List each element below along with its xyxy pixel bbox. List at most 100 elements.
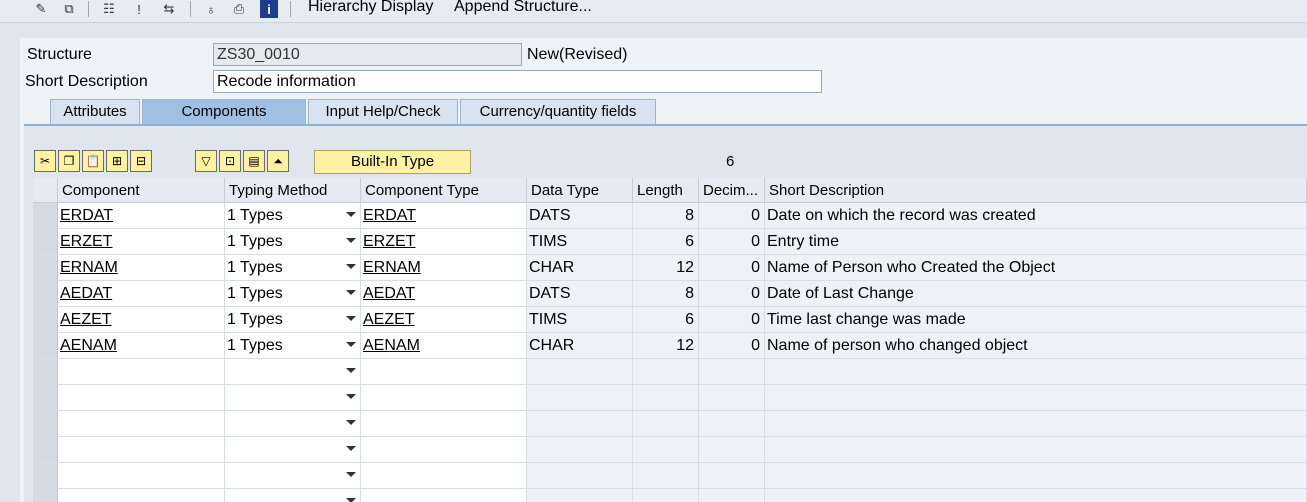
row-selector[interactable] [33,489,58,502]
decimals-cell-text: 0 [751,337,760,354]
row-selector[interactable] [33,229,58,255]
component-type-cell[interactable]: AEZET [361,307,527,333]
component-cell[interactable] [58,385,225,411]
hierarchy-icon[interactable]: ☷ [100,0,118,18]
table-row: ERNAM 1 Types ERNAM CHAR 12 0 Name of Person w… [33,255,1307,281]
insert-row-icon[interactable]: ⊞ [106,150,128,172]
component-type-cell[interactable] [361,489,527,502]
row-selector[interactable] [33,437,58,463]
row-selector[interactable] [33,463,58,489]
column-header-component[interactable]: Component [58,178,225,203]
component-type-cell[interactable]: ERNAM [361,255,527,281]
tab-currency-quantity-fields[interactable]: Currency/quantity fields [460,99,656,124]
paste-icon[interactable]: 📋 [82,150,104,172]
row-selector-header[interactable] [33,178,58,203]
chevron-down-icon[interactable] [346,264,356,269]
chevron-down-icon[interactable] [346,446,356,451]
typing-method-cell[interactable]: 1 Types [225,281,361,307]
typing-method-cell[interactable] [225,411,361,437]
where-used-icon[interactable]: ! [130,0,148,18]
component-cell[interactable] [58,359,225,385]
component-type-cell[interactable] [361,385,527,411]
row-selector[interactable] [33,333,58,359]
component-cell[interactable]: AENAM [58,333,225,359]
chevron-down-icon[interactable] [346,290,356,295]
filter-icon[interactable]: ▽ [195,150,217,172]
short-description-field[interactable]: Recode information [213,70,822,93]
details-icon[interactable]: ▤ [243,150,265,172]
print-icon[interactable]: ⎙ [230,0,248,18]
row-selector[interactable] [33,255,58,281]
info-icon[interactable]: i [260,0,278,18]
component-type-cell[interactable] [361,437,527,463]
chevron-down-icon[interactable] [346,394,356,399]
typing-method-cell[interactable] [225,359,361,385]
component-cell[interactable]: AEDAT [58,281,225,307]
column-header-component-type[interactable]: Component Type [361,178,527,203]
component-cell[interactable] [58,463,225,489]
tab-input-help-check[interactable]: Input Help/Check [308,99,458,124]
tree-icon[interactable]: ♁ [202,0,220,18]
hierarchy-display-button[interactable]: Hierarchy Display [308,0,433,16]
typing-method-cell[interactable] [225,437,361,463]
cut-icon[interactable]: ✂ [34,150,56,172]
component-type-cell[interactable]: AEDAT [361,281,527,307]
display-change-icon[interactable]: ⧉ [60,0,78,18]
append-structure-button[interactable]: Append Structure... [454,0,592,16]
decimals-cell-text: 0 [751,259,760,276]
row-selector[interactable] [33,411,58,437]
chevron-down-icon[interactable] [346,238,356,243]
navigate-icon[interactable]: ⇆ [160,0,178,18]
typing-method-cell[interactable]: 1 Types [225,203,361,229]
select-all-icon[interactable]: ⊡ [219,150,241,172]
component-cell[interactable]: ERZET [58,229,225,255]
component-type-cell[interactable]: ERZET [361,229,527,255]
copy-icon[interactable]: ❐ [58,150,80,172]
component-cell[interactable]: ERNAM [58,255,225,281]
component-cell[interactable] [58,437,225,463]
column-header-decimals[interactable]: Decim... [699,178,765,203]
row-selector[interactable] [33,385,58,411]
component-type-cell[interactable] [361,463,527,489]
row-selector[interactable] [33,359,58,385]
column-header-length[interactable]: Length [633,178,699,203]
typing-method-cell[interactable] [225,385,361,411]
component-cell[interactable]: ERDAT [58,203,225,229]
builtin-type-button[interactable]: Built-In Type [314,150,471,174]
typing-method-cell[interactable]: 1 Types [225,333,361,359]
short-description-cell [765,463,1307,489]
component-type-cell[interactable]: ERDAT [361,203,527,229]
typing-method-cell[interactable] [225,489,361,502]
typing-method-cell[interactable] [225,463,361,489]
sort-icon[interactable]: ⏶ [267,150,289,172]
chevron-down-icon[interactable] [346,420,356,425]
chevron-down-icon[interactable] [346,212,356,217]
tab-attributes[interactable]: Attributes [50,99,140,124]
chevron-down-icon[interactable] [346,472,356,477]
chevron-down-icon[interactable] [346,316,356,321]
structure-field[interactable]: ZS30_0010 [213,43,522,66]
column-header-typing-method[interactable]: Typing Method [225,178,361,203]
length-cell: 8 [633,281,699,307]
component-type-cell[interactable]: AENAM [361,333,527,359]
tab-components[interactable]: Components [142,99,306,125]
typing-method-cell[interactable]: 1 Types [225,229,361,255]
component-type-cell[interactable] [361,359,527,385]
row-selector[interactable] [33,203,58,229]
delete-row-icon[interactable]: ⊟ [130,150,152,172]
pencil-icon[interactable]: ✎ [32,0,50,18]
component-cell[interactable] [58,411,225,437]
column-header-data-type[interactable]: Data Type [527,178,633,203]
chevron-down-icon[interactable] [346,342,356,347]
data-type-cell [527,489,633,502]
chevron-down-icon[interactable] [346,498,356,502]
component-type-cell[interactable] [361,411,527,437]
row-selector[interactable] [33,281,58,307]
typing-method-cell[interactable]: 1 Types [225,255,361,281]
chevron-down-icon[interactable] [346,368,356,373]
typing-method-cell[interactable]: 1 Types [225,307,361,333]
component-cell[interactable]: AEZET [58,307,225,333]
column-header-short-description[interactable]: Short Description [765,178,1307,203]
component-cell[interactable] [58,489,225,502]
row-selector[interactable] [33,307,58,333]
